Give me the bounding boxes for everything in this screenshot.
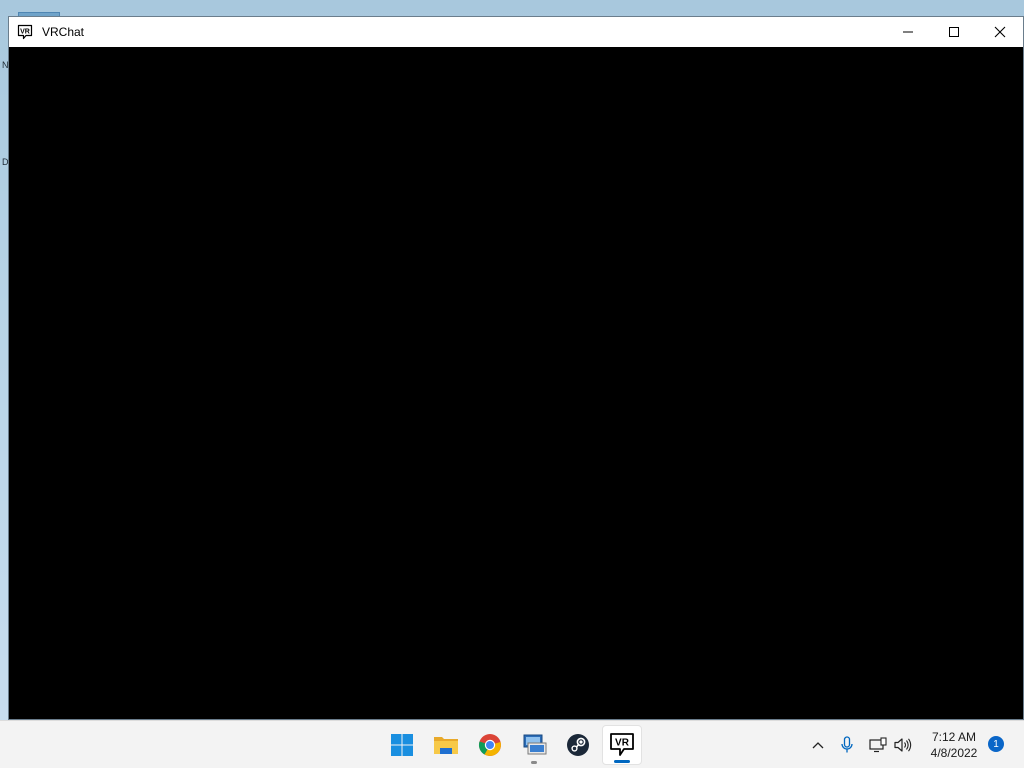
folder-icon [434, 737, 458, 754]
maximize-button[interactable] [931, 17, 977, 47]
windows-start-icon [391, 734, 413, 756]
vrchat-window[interactable]: VR VRChat [8, 16, 1024, 720]
maximize-icon [949, 27, 959, 37]
title-bar[interactable]: VR VRChat [9, 17, 1023, 47]
taskbar-remote-desktop[interactable] [514, 725, 554, 765]
clock-time: 7:12 AM [931, 730, 977, 744]
taskbar-file-explorer[interactable] [426, 725, 466, 765]
notification-badge[interactable]: 1 [988, 736, 1004, 752]
show-hidden-icons-button[interactable] [806, 733, 830, 757]
running-indicator [531, 761, 537, 764]
start-button[interactable] [382, 725, 422, 765]
window-title: VRChat [42, 25, 85, 39]
chrome-icon [478, 734, 501, 756]
steam-icon [567, 734, 589, 756]
close-button[interactable] [977, 17, 1023, 47]
network-button[interactable] [866, 733, 890, 757]
volume-button[interactable] [891, 733, 915, 757]
minimize-button[interactable] [885, 17, 931, 47]
svg-text:VR: VR [20, 29, 30, 36]
speaker-icon [894, 738, 912, 752]
network-icon [869, 737, 887, 753]
taskbar: VR 7:12 AM 4/8/2022 [0, 720, 1024, 768]
taskbar-steam[interactable] [558, 725, 598, 765]
vrchat-icon: VR [610, 733, 634, 756]
taskbar-vrchat[interactable]: VR [602, 725, 642, 765]
clock-date: 4/8/2022 [930, 746, 978, 760]
remote-desktop-icon [523, 734, 547, 755]
taskbar-chrome[interactable] [470, 725, 510, 765]
clock[interactable]: 7:12 AM 4/8/2022 [918, 729, 990, 761]
svg-text:VR: VR [615, 738, 630, 749]
game-viewport[interactable] [9, 47, 1023, 719]
caption-buttons [885, 17, 1023, 47]
chevron-up-icon [812, 742, 824, 749]
active-indicator [614, 760, 630, 763]
vrchat-icon: VR [17, 24, 33, 40]
close-icon [994, 26, 1006, 38]
microphone-button[interactable] [835, 733, 859, 757]
minimize-icon [903, 31, 913, 33]
microphone-icon [841, 736, 853, 753]
